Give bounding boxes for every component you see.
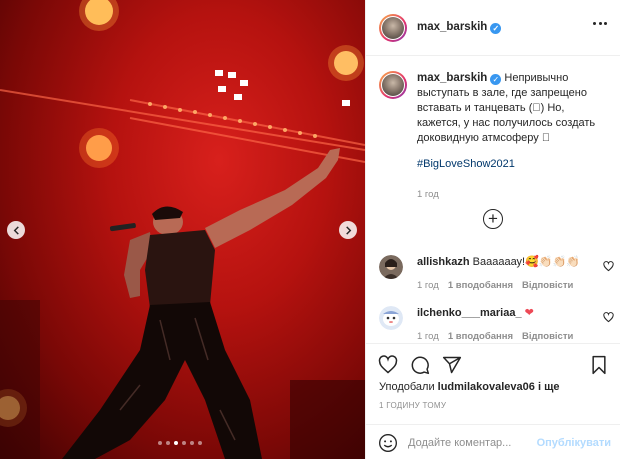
share-icon[interactable] bbox=[442, 355, 462, 375]
more-options-icon[interactable] bbox=[593, 22, 607, 25]
caption-username[interactable]: max_barskih bbox=[417, 72, 487, 84]
comment-time[interactable]: 1 год bbox=[417, 331, 439, 342]
comment-username[interactable]: allishkazh bbox=[417, 256, 470, 268]
comment-like-heart-icon[interactable] bbox=[603, 261, 614, 272]
liked-by-others[interactable]: і ще bbox=[538, 381, 560, 393]
post-timestamp[interactable]: 1 ГОДИНУ ТОМУ bbox=[379, 401, 446, 410]
concert-photo-scene bbox=[0, 0, 365, 459]
plus-icon: + bbox=[488, 209, 498, 228]
header-username[interactable]: max_barskih ✓ bbox=[417, 21, 502, 34]
carousel-dots bbox=[158, 441, 202, 445]
post-comment-button[interactable]: Опублікувати bbox=[537, 437, 611, 449]
carousel-dot bbox=[190, 441, 194, 445]
bookmark-icon[interactable] bbox=[589, 355, 609, 375]
carousel-dot bbox=[198, 441, 202, 445]
avatar[interactable] bbox=[379, 255, 403, 279]
verified-badge-icon: ✓ bbox=[490, 74, 502, 85]
comment-likes[interactable]: 1 вподобання bbox=[448, 331, 513, 342]
comment-like-heart-icon[interactable] bbox=[603, 312, 614, 323]
emoji-icon[interactable] bbox=[378, 433, 398, 453]
caption-hashtag[interactable]: #BigLoveShow2021 bbox=[417, 157, 609, 172]
verified-badge-icon: ✓ bbox=[490, 23, 502, 34]
comment-username[interactable]: ilchenko___mariaa_ bbox=[417, 307, 522, 319]
post-side-panel: max_barskih ✓ max_barskih ✓ Непривычно выс… bbox=[365, 0, 620, 459]
carousel-dot bbox=[158, 441, 162, 445]
post-photo[interactable] bbox=[0, 0, 365, 459]
post-header: max_barskih ✓ bbox=[366, 0, 620, 56]
post-caption: max_barskih ✓ Непривычно выступать в зале… bbox=[379, 71, 609, 202]
post-actions: Уподобали ludmilakovaleva06 і ще 1 ГОДИН… bbox=[366, 343, 620, 455]
load-more-comments-button[interactable]: + bbox=[483, 209, 503, 229]
carousel-prev-button[interactable] bbox=[7, 221, 25, 239]
caption-time: 1 год bbox=[417, 189, 439, 200]
carousel-dot bbox=[166, 441, 170, 445]
avatar[interactable] bbox=[379, 306, 403, 330]
carousel-dot bbox=[182, 441, 186, 445]
comment-likes[interactable]: 1 вподобання bbox=[448, 280, 513, 291]
comment-time[interactable]: 1 год bbox=[417, 280, 439, 291]
comment-text: ❤ bbox=[524, 307, 534, 319]
liked-by: Уподобали ludmilakovaleva06 і ще bbox=[379, 381, 560, 393]
chevron-right-icon bbox=[345, 225, 351, 235]
comment-reply-button[interactable]: Відповісти bbox=[522, 331, 573, 342]
chevron-left-icon bbox=[13, 225, 19, 235]
liked-by-user[interactable]: ludmilakovaleva06 bbox=[438, 381, 535, 393]
comment-text: Ваааааау!🥰👏🏻👏🏻👏🏻 bbox=[472, 256, 580, 268]
comment-input[interactable] bbox=[408, 436, 533, 449]
comment-icon[interactable] bbox=[410, 355, 430, 375]
heart-icon[interactable] bbox=[378, 355, 398, 375]
carousel-next-button[interactable] bbox=[339, 221, 357, 239]
comment-item: allishkazh Ваааааау!🥰👏🏻👏🏻👏🏻 1 год 1 впод… bbox=[379, 255, 614, 291]
carousel-dot bbox=[174, 441, 178, 445]
add-comment-bar: Опублікувати bbox=[366, 424, 620, 459]
avatar[interactable] bbox=[379, 71, 407, 99]
comment-item: ilchenko___mariaa_ ❤ 1 год 1 вподобання … bbox=[379, 306, 614, 342]
comment-reply-button[interactable]: Відповісти bbox=[522, 280, 573, 291]
avatar[interactable] bbox=[379, 13, 407, 42]
